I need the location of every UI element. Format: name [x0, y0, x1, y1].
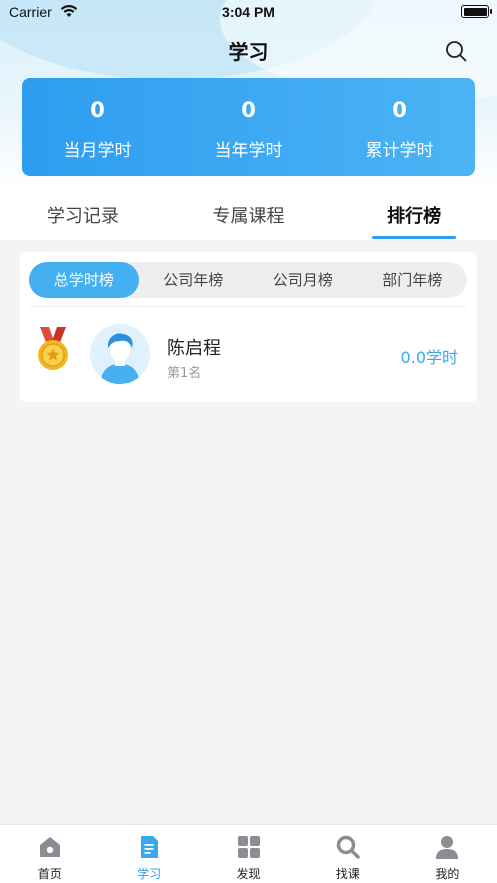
search-icon[interactable] [444, 39, 468, 63]
segment-department-yearly[interactable]: 部门年榜 [358, 262, 468, 298]
tabbar-home[interactable]: 首页 [0, 825, 99, 883]
bottom-tab-bar: 首页 学习 发现 找课 我的 [0, 824, 497, 883]
home-icon [39, 837, 60, 857]
tabbar-discover[interactable]: 发现 [199, 825, 298, 883]
tabbar-study-label: 学习 [137, 867, 162, 881]
divider [29, 306, 467, 307]
stat-total-label: 累计学时 [365, 141, 434, 161]
stat-year-value: 0 [241, 98, 256, 122]
tab-leaderboard[interactable]: 排行榜 [331, 190, 497, 240]
tabbar-find-course[interactable]: 找课 [298, 825, 397, 883]
rank-position: 第1名 [167, 366, 202, 381]
leaderboard-segment-control: 总学时榜 公司年榜 公司月榜 部门年榜 [29, 262, 467, 298]
stat-year-label: 当年学时 [214, 141, 283, 161]
leaderboard-row[interactable]: 陈启程 第1名 0.0学时 [20, 314, 477, 394]
tabbar-find-course-label: 找课 [335, 867, 360, 881]
segment-company-monthly[interactable]: 公司月榜 [248, 262, 358, 298]
segment-total-hours[interactable]: 总学时榜 [29, 262, 139, 298]
status-bar: Carrier 3:04 PM [0, 0, 497, 26]
segment-company-yearly[interactable]: 公司年榜 [139, 262, 249, 298]
learner-hours: 0.0学时 [400, 348, 458, 367]
stat-year: 0 当年学时 [173, 78, 324, 176]
stat-month: 0 当月学时 [22, 78, 173, 176]
stat-total: 0 累计学时 [324, 78, 475, 176]
discover-grid-icon [237, 836, 260, 858]
stat-month-label: 当月学时 [63, 141, 132, 161]
avatar [90, 324, 150, 384]
tabbar-study[interactable]: 学习 [99, 825, 198, 883]
content-tabs: 学习记录 专属课程 排行榜 [0, 190, 497, 240]
study-hours-summary-card: 0 当月学时 0 当年学时 0 累计学时 [22, 78, 475, 176]
study-icon [141, 836, 159, 858]
find-course-search-icon [336, 835, 360, 859]
learner-name: 陈启程 [167, 338, 221, 359]
tabbar-discover-label: 发现 [236, 867, 261, 881]
tab-study-records[interactable]: 学习记录 [0, 190, 166, 240]
stat-month-value: 0 [90, 98, 105, 122]
leaderboard-card: 总学时榜 公司年榜 公司月榜 部门年榜 陈启程 第1名 0.0学时 [20, 252, 477, 402]
tabbar-profile-label: 我的 [435, 867, 460, 881]
stat-total-value: 0 [392, 98, 407, 122]
tabbar-profile[interactable]: 我的 [398, 825, 497, 883]
battery-icon [461, 5, 492, 18]
tabbar-home-label: 首页 [37, 867, 62, 881]
tab-exclusive-courses[interactable]: 专属课程 [166, 190, 332, 240]
gold-medal-icon [38, 327, 68, 370]
profile-icon [436, 836, 459, 859]
status-time: 3:04 PM [222, 4, 275, 20]
page-title: 学习 [228, 40, 269, 64]
